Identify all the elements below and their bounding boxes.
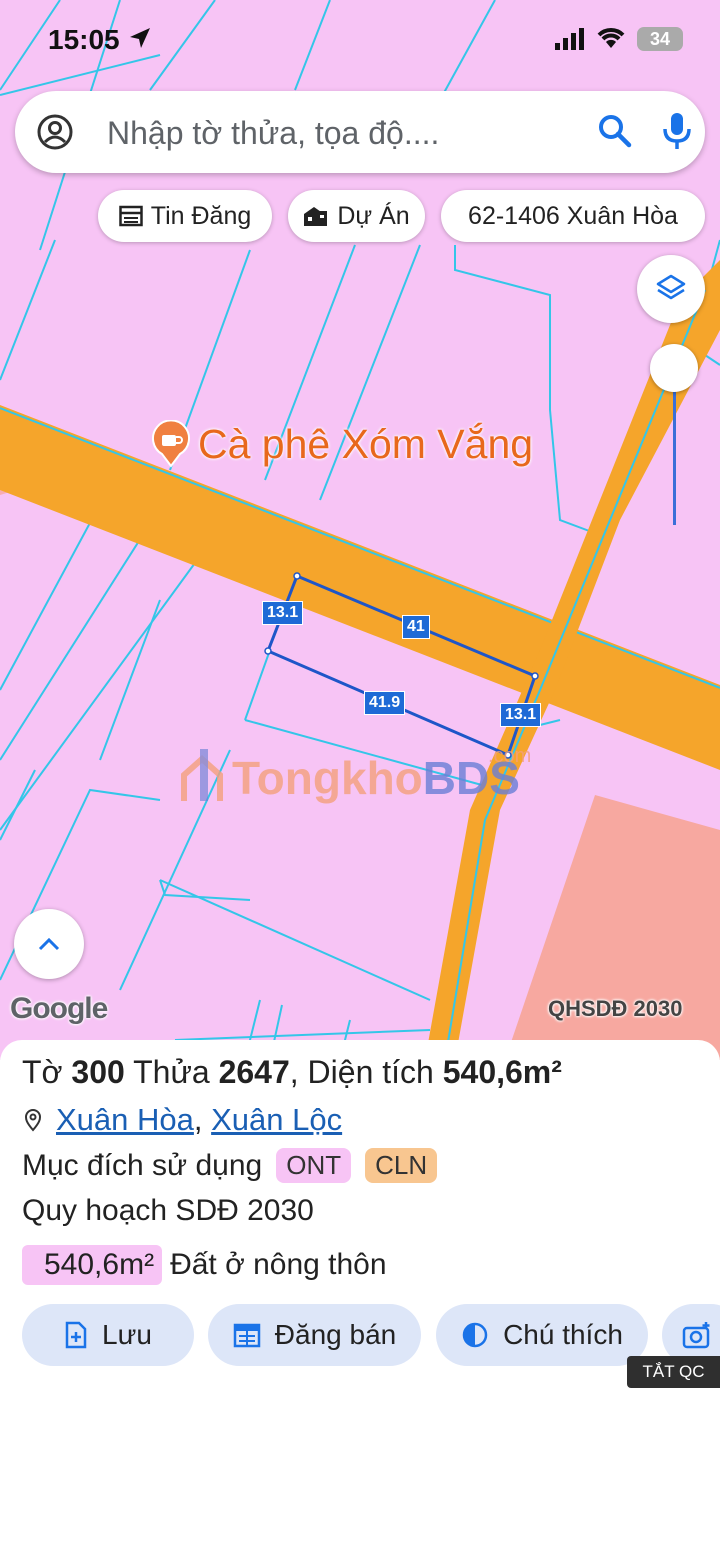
watermark-text-1: Tongkho [232,752,423,804]
plan-use: Đất ở nông thôn [170,1248,387,1281]
chip-tin-dang[interactable]: Tin Đăng [98,190,272,242]
expand-up-button[interactable] [14,909,84,979]
add-photo-icon [682,1322,710,1349]
microphone-icon[interactable] [659,111,695,153]
map-view[interactable]: 15:05 34 Nhập tờ thửa, tọa độ.... Tin Đă… [0,0,720,1060]
cellular-signal-icon [555,28,584,50]
status-time: 15:05 [48,24,120,55]
account-icon[interactable] [37,114,73,150]
plan-area-row: 540,6m² Đất ở nông thôn [22,1245,387,1285]
poi-cafe[interactable]: Cà phê Xóm Vắng [150,420,533,468]
dimension-left: 13.1 [262,601,304,625]
chip-du-an[interactable]: Dự Án [288,190,425,242]
location-pin-icon [24,1109,42,1132]
location-separator: , [193,1102,212,1137]
parcel-location: Xuân Hòa, Xuân Lộc [22,1102,342,1138]
purpose-label: Mục đích sử dụng [22,1148,263,1182]
legend-button-label: Chú thích [503,1319,623,1350]
parcel-title: Tờ 300 Thửa 2647, Diện tích 540,6m² [22,1054,562,1091]
listing-icon [118,205,143,227]
search-bar[interactable] [15,91,705,173]
post-sale-button-label: Đăng bán [274,1319,397,1350]
plan-title: Quy hoạch SDĐ 2030 [22,1194,314,1227]
battery-icon: 34 [637,27,683,51]
watermark-logo-icon [181,749,223,801]
parcel-info-sheet: Tờ 300 Thửa 2647, Diện tích 540,6m² Xuân… [0,1040,720,1559]
search-icon[interactable] [597,113,633,149]
dimension-bottom: 41.9 [364,691,406,715]
parcel-number: 2647 [218,1054,290,1090]
sheet-number: 300 [71,1054,125,1090]
dimension-right: 13.1 [500,703,542,727]
save-button-label: Lưu [102,1319,152,1350]
location-arrow-icon [130,28,150,48]
cafe-pin-icon [152,420,190,468]
save-button[interactable]: Lưu [22,1304,194,1366]
district-link[interactable]: Xuân Lộc [211,1102,342,1138]
dimension-top: 41 [402,615,430,639]
layers-icon [656,274,686,300]
post-sale-button[interactable]: Đăng bán [208,1304,421,1366]
watermark-suffix: .com [488,745,532,767]
plan-area-badge: 540,6m² [22,1245,163,1285]
chip-location[interactable]: 62-1406 Xuân Hòa [441,190,705,242]
land-use-row: Mục đích sử dụng ONT CLN [22,1148,438,1183]
purpose-tag-ont[interactable]: ONT [276,1148,352,1183]
building-icon [304,207,328,226]
layers-button[interactable] [637,255,705,323]
hide-ads-button[interactable]: TẮT QC [627,1356,720,1388]
contrast-icon [462,1322,488,1348]
status-bar: 15:05 34 [0,0,720,80]
purpose-tag-cln[interactable]: CLN [365,1148,438,1183]
sheet-label: Tờ [22,1054,63,1090]
chevron-up-icon [38,937,60,951]
ward-link[interactable]: Xuân Hòa [56,1102,194,1138]
opacity-slider-track[interactable] [673,372,676,525]
opacity-slider-knob[interactable] [650,344,698,392]
wifi-icon [597,28,625,48]
legend-button[interactable]: Chú thích [436,1304,648,1366]
google-logo: Google [10,992,108,1025]
watermark: Tongkho BDS .com [180,745,531,805]
plan-layer-label: QHSDĐ 2030 [548,996,683,1021]
calendar-icon [233,1323,261,1348]
parcel-area: 540,6m² [442,1054,562,1090]
chip-tin-dang-label: Tin Đăng [150,201,252,230]
parcel-label: Thửa [133,1054,210,1090]
search-input[interactable] [105,105,579,161]
chip-du-an-label: Dự Án [337,201,410,230]
chip-location-label: 62-1406 Xuân Hòa [468,201,678,230]
poi-cafe-label: Cà phê Xóm Vắng [198,420,534,467]
add-file-icon [65,1321,87,1349]
area-label: , Diện tích [289,1054,434,1090]
